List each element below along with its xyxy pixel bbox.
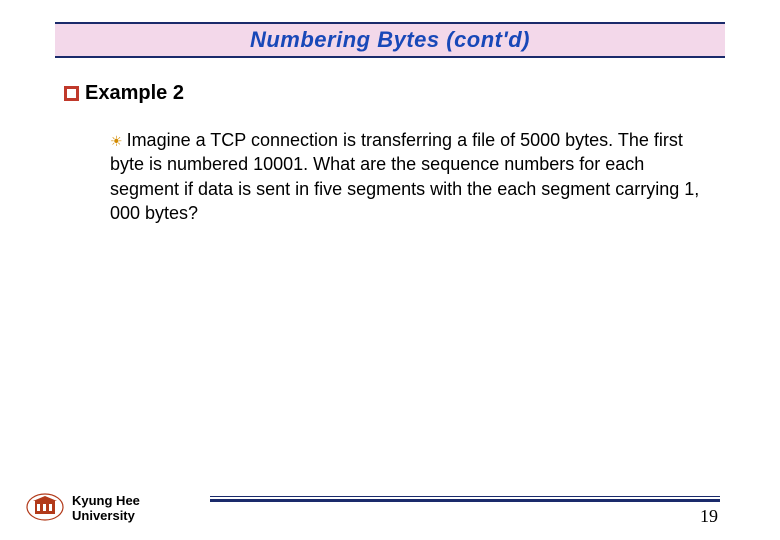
body-paragraph: ☀Imagine a TCP connection is transferrin… (110, 128, 710, 225)
org-line1: Kyung Hee (72, 494, 140, 509)
footer-divider (210, 496, 720, 502)
square-bullet-icon (64, 86, 79, 101)
body-block: ☀Imagine a TCP connection is transferrin… (110, 128, 710, 225)
footer: Kyung Hee University 19 (0, 480, 780, 530)
university-logo-icon (25, 492, 65, 522)
page-number: 19 (700, 506, 718, 527)
body-text: Imagine a TCP connection is transferring… (110, 130, 699, 223)
heading-row: Example 2 (64, 82, 184, 105)
org-line2: University (72, 509, 140, 524)
section-heading: Example 2 (85, 82, 184, 105)
sun-bullet-icon: ☀ (110, 132, 123, 151)
title-band: Numbering Bytes (cont'd) (55, 22, 725, 58)
organization-name: Kyung Hee University (72, 494, 140, 524)
slide-title: Numbering Bytes (cont'd) (250, 27, 530, 53)
